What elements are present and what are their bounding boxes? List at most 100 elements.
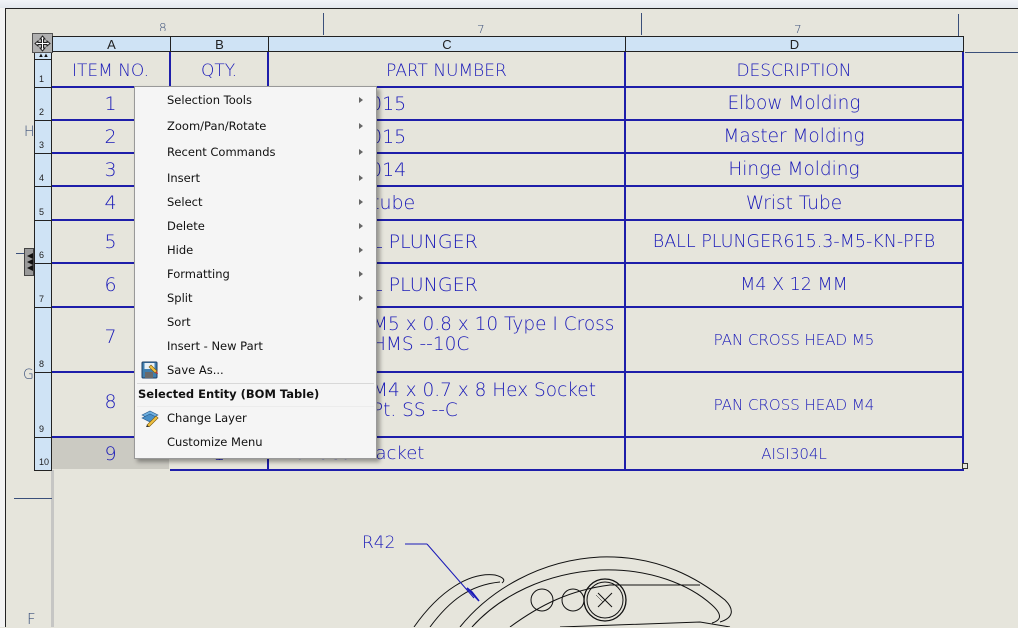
cell-description[interactable]: M4 X 12 MM bbox=[626, 264, 962, 306]
row-header-7[interactable]: 7 bbox=[34, 263, 52, 308]
cell-description[interactable]: Hinge Molding bbox=[626, 154, 962, 185]
menu-item-zoom-pan-rotate[interactable]: Zoom/Pan/Rotate bbox=[135, 115, 376, 137]
dimension-label[interactable]: R42 bbox=[362, 533, 395, 553]
screw-head bbox=[583, 578, 627, 622]
menu-label: Save As... bbox=[167, 363, 224, 377]
row-header-10[interactable]: 10 bbox=[34, 437, 52, 471]
menu-item-select[interactable]: Select bbox=[135, 191, 376, 213]
cell-part-number[interactable]: M5 x 0.8 x 10 Type I Cross HMS --10C bbox=[372, 315, 624, 361]
menu-label: Formatting bbox=[167, 267, 230, 281]
row-number: 7 bbox=[39, 294, 45, 304]
row-number: 4 bbox=[39, 173, 45, 183]
zone-tick bbox=[323, 13, 324, 35]
submenu-arrow-icon bbox=[359, 175, 363, 181]
zone-label-f: F bbox=[27, 610, 36, 628]
zone-label-top: 8 bbox=[159, 21, 167, 31]
menu-label: Customize Menu bbox=[167, 435, 263, 449]
triangle-left-icon bbox=[27, 253, 33, 271]
cell-part-number[interactable]: tube bbox=[372, 187, 624, 219]
cell-description[interactable]: Elbow Molding bbox=[626, 88, 962, 119]
header-description[interactable]: DESCRIPTION bbox=[626, 54, 962, 87]
table-resize-handle[interactable] bbox=[962, 463, 968, 469]
hole bbox=[561, 588, 585, 612]
column-header-d[interactable]: D bbox=[625, 36, 964, 52]
row-drag-handle[interactable] bbox=[24, 248, 34, 276]
menu-label: Split bbox=[167, 291, 193, 305]
menu-section-title: Selected Entity (BOM Table) bbox=[138, 387, 320, 401]
screw-head bbox=[586, 581, 624, 619]
menu-item-save-as[interactable]: Save As... bbox=[135, 359, 376, 381]
header-item-no[interactable]: ITEM NO. bbox=[52, 54, 169, 87]
menu-item-selection-tools[interactable]: Selection Tools bbox=[135, 89, 376, 111]
cell-description[interactable]: AISI304L bbox=[626, 438, 962, 469]
submenu-arrow-icon bbox=[359, 97, 363, 103]
row-number: 9 bbox=[39, 424, 45, 434]
row-header-5[interactable]: 5 bbox=[34, 186, 52, 221]
row-number: 1 bbox=[39, 74, 45, 84]
menu-label: Zoom/Pan/Rotate bbox=[167, 119, 267, 133]
menu-item-sort[interactable]: Sort bbox=[135, 311, 376, 333]
zone-tick bbox=[965, 52, 1018, 53]
menu-label: Hide bbox=[167, 243, 194, 257]
cell-part-number[interactable]: 014 bbox=[370, 154, 624, 185]
row-header-4[interactable]: 4 bbox=[34, 153, 52, 187]
dimension-arrowhead bbox=[466, 587, 480, 602]
cross-recess bbox=[595, 592, 613, 608]
row-header-9[interactable]: 9 bbox=[34, 372, 52, 438]
zone-tick bbox=[16, 253, 24, 254]
sheet-border bbox=[51, 470, 54, 627]
menu-item-recent-commands[interactable]: Recent Commands bbox=[135, 141, 376, 163]
submenu-arrow-icon bbox=[359, 247, 363, 253]
row-number: 8 bbox=[39, 359, 45, 369]
cell-part-number[interactable]: 015 bbox=[370, 88, 624, 119]
row-header-8[interactable]: 8 bbox=[34, 307, 52, 373]
cell-description[interactable]: Wrist Tube bbox=[626, 187, 962, 219]
submenu-arrow-icon bbox=[359, 123, 363, 129]
row-header-3[interactable]: 3 bbox=[34, 120, 52, 154]
row-header-2[interactable]: 2 bbox=[34, 87, 52, 121]
cell-description[interactable]: PAN CROSS HEAD M5 bbox=[626, 308, 962, 371]
row-number: 10 bbox=[39, 457, 50, 467]
menu-item-insert-new-part[interactable]: Insert - New Part bbox=[135, 335, 376, 357]
header-qty[interactable]: QTY. bbox=[171, 54, 267, 87]
row-header-6[interactable]: 6 bbox=[34, 220, 52, 264]
column-header-b[interactable]: B bbox=[170, 36, 269, 52]
menu-item-formatting[interactable]: Formatting bbox=[135, 263, 376, 285]
menu-item-customize-menu[interactable]: Customize Menu bbox=[135, 431, 376, 453]
window-top-edge bbox=[0, 0, 1018, 9]
column-header-c[interactable]: C bbox=[268, 36, 626, 52]
menu-item-insert[interactable]: Insert bbox=[135, 167, 376, 189]
menu-label: Insert bbox=[167, 171, 200, 185]
menu-label: Delete bbox=[167, 219, 205, 233]
dimension-leader bbox=[405, 543, 475, 599]
column-header-a[interactable]: A bbox=[52, 36, 171, 52]
save-as-icon bbox=[141, 361, 158, 379]
submenu-arrow-icon bbox=[359, 149, 363, 155]
zone-label-top: 7 bbox=[794, 23, 802, 33]
header-part-number[interactable]: PART NUMBER bbox=[269, 54, 624, 87]
menu-item-change-layer[interactable]: Change Layer bbox=[135, 407, 376, 429]
menu-label: Recent Commands bbox=[167, 145, 276, 159]
menu-item-split[interactable]: Split bbox=[135, 287, 376, 309]
menu-item-delete[interactable]: Delete bbox=[135, 215, 376, 237]
row-number: 6 bbox=[39, 250, 45, 260]
cell-description[interactable]: BALL PLUNGER615.3-M5-KN-PFB bbox=[626, 221, 962, 262]
submenu-arrow-icon bbox=[359, 295, 363, 301]
submenu-arrow-icon bbox=[359, 223, 363, 229]
cell-part-number[interactable]: M4 x 0.7 x 8 Hex Socket Pt. SS --C bbox=[372, 381, 624, 427]
row-header-1[interactable]: 1 bbox=[34, 59, 52, 88]
menu-label: Change Layer bbox=[167, 411, 247, 425]
zone-label-top: 7 bbox=[477, 23, 485, 33]
window-left-edge bbox=[0, 8, 6, 627]
cell-part-number[interactable]: L PLUNGER bbox=[372, 264, 624, 306]
zone-tick bbox=[958, 14, 959, 36]
table-move-handle[interactable] bbox=[32, 33, 53, 53]
cell-part-number[interactable]: 015 bbox=[370, 121, 624, 152]
cell-description[interactable]: Master Molding bbox=[626, 121, 962, 152]
cell-part-number[interactable]: L PLUNGER bbox=[372, 221, 624, 262]
cell-description[interactable]: PAN CROSS HEAD M4 bbox=[626, 373, 962, 436]
submenu-arrow-icon bbox=[359, 271, 363, 277]
menu-item-hide[interactable]: Hide bbox=[135, 239, 376, 261]
row-number: 2 bbox=[39, 107, 45, 117]
change-layer-icon bbox=[141, 410, 159, 427]
